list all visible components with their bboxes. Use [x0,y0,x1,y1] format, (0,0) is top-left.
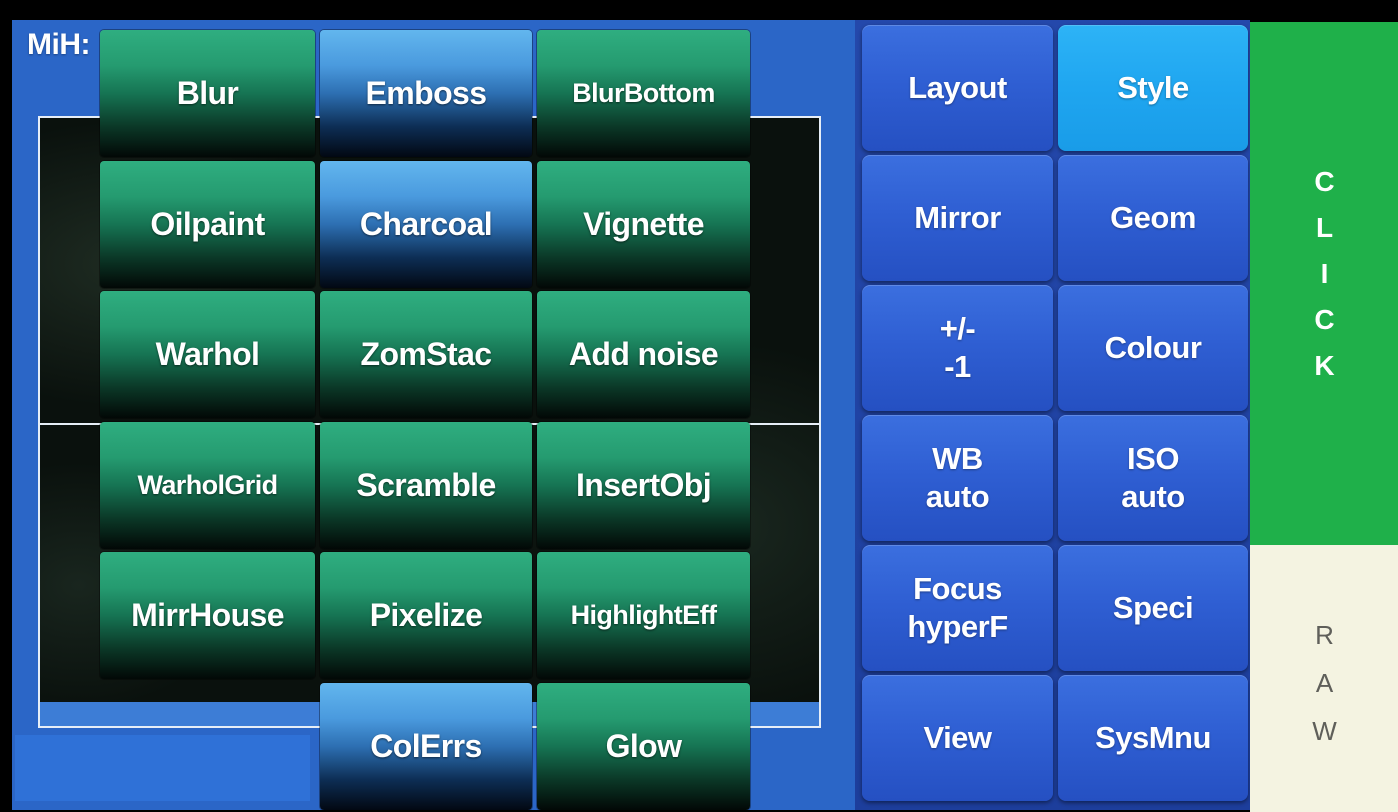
settings-menu: Layout Style Mirror Geom +/- -1 Colour W… [862,25,1248,801]
effect-button-blurbottom[interactable]: BlurBottom [537,30,750,157]
effect-label: Blur [176,75,239,111]
menu-button-exposure-step[interactable]: +/- -1 [862,285,1053,411]
menu-label: Focus hyperF [907,571,1008,644]
menu-button-mirror[interactable]: Mirror [862,155,1053,281]
effect-label: ColErrs [370,727,482,764]
menu-button-speci[interactable]: Speci [1058,545,1248,671]
menu-label: Style [1117,70,1189,105]
raw-toggle-button[interactable]: RAW [1250,545,1398,812]
menu-label: Speci [1112,590,1194,625]
effect-label: Glow [605,727,682,764]
effect-button-vignette[interactable]: Vignette [537,160,750,288]
menu-button-white-balance[interactable]: WB auto [862,415,1053,541]
menu-button-layout[interactable]: Layout [862,25,1053,151]
menu-label: View [923,720,992,755]
menu-button-colour[interactable]: Colour [1058,285,1248,411]
effect-label: InsertObj [575,466,712,503]
effect-label: BlurBottom [572,78,715,108]
menu-label: WB auto [925,441,990,514]
menu-label: +/- -1 [939,311,976,384]
effect-button-blur[interactable]: Blur [100,30,315,157]
effect-label: Pixelize [369,597,483,633]
effect-slot-empty [100,683,315,810]
menu-label: Colour [1104,330,1202,365]
effect-button-emboss[interactable]: Emboss [320,30,532,157]
effect-label: Charcoal [359,205,493,242]
menu-button-style[interactable]: Style [1058,25,1248,151]
effect-button-highlighteff[interactable]: HighlightEff [537,552,750,679]
menu-button-geom[interactable]: Geom [1058,155,1248,281]
effect-button-add-noise[interactable]: Add noise [537,291,750,418]
effect-label: Emboss [365,75,487,111]
effect-label: Add noise [568,336,719,372]
effect-button-colerrs[interactable]: ColErrs [320,682,532,810]
effect-label: MirrHouse [131,597,284,633]
menu-button-sysmnu[interactable]: SysMnu [1058,675,1248,801]
effect-label: Warhol [155,336,260,372]
effect-button-mirrhouse[interactable]: MirrHouse [100,552,315,679]
effect-button-pixelize[interactable]: Pixelize [320,552,532,679]
effect-label: Scramble [356,466,496,503]
effect-button-warhol[interactable]: Warhol [100,291,315,418]
effect-label: ZomStac [360,336,493,372]
effect-label: WarholGrid [137,469,279,500]
menu-label: Mirror [914,200,1001,235]
raw-label: RAW [1309,620,1340,764]
app-title: MiH: [27,28,90,61]
effect-button-zomstac[interactable]: ZomStac [320,291,532,418]
click-shutter-button[interactable]: CLICK [1250,22,1398,545]
menu-button-iso[interactable]: ISO auto [1058,415,1248,541]
menu-label: ISO auto [1121,441,1185,514]
menu-button-focus[interactable]: Focus hyperF [862,545,1053,671]
menu-button-view[interactable]: View [862,675,1053,801]
effect-button-scramble[interactable]: Scramble [320,421,532,549]
effect-label: Vignette [583,205,704,242]
effect-label: HighlightEff [570,600,717,630]
effect-button-oilpaint[interactable]: Oilpaint [100,160,315,288]
effect-button-charcoal[interactable]: Charcoal [320,160,532,288]
click-label: CLICK [1309,166,1340,396]
menu-label: SysMnu [1095,720,1211,755]
effect-button-glow[interactable]: Glow [537,682,750,810]
effect-button-warholgrid[interactable]: WarholGrid [100,421,315,549]
menu-label: Layout [908,70,1007,105]
effects-grid: Blur Emboss BlurBottom Oilpaint Charcoal… [100,30,750,810]
effect-button-insertobj[interactable]: InsertObj [537,421,750,549]
effect-label: Oilpaint [150,205,265,242]
menu-label: Geom [1110,200,1196,235]
